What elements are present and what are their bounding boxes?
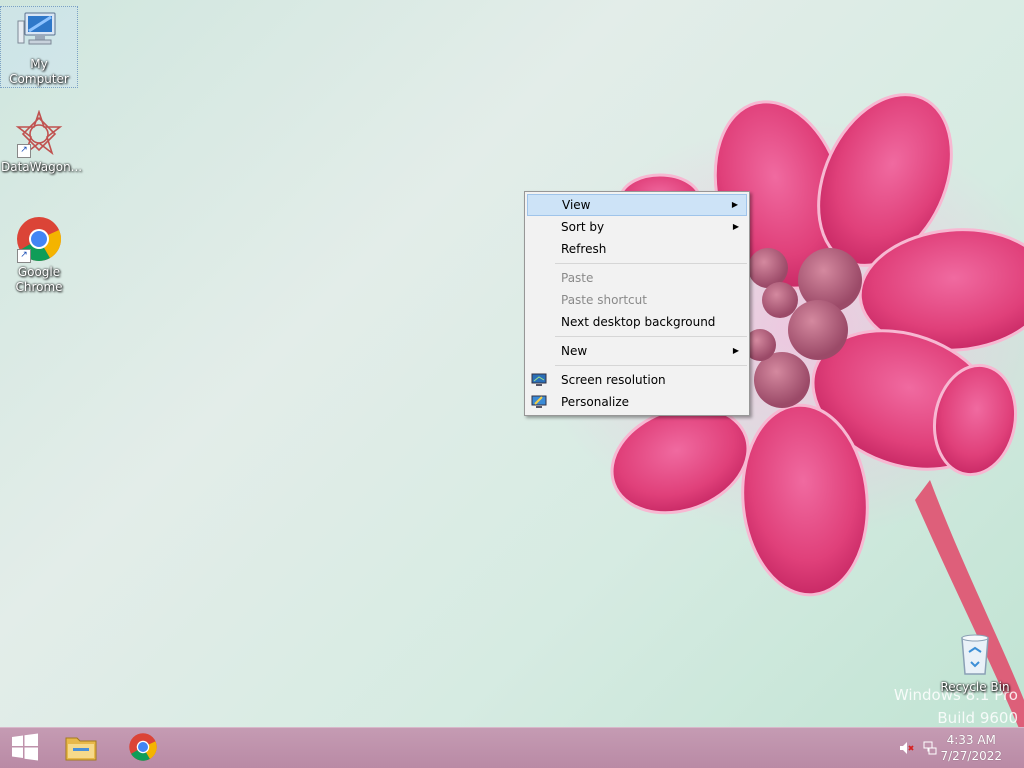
speaker-muted-icon[interactable]	[898, 740, 914, 756]
windows-logo-icon	[11, 733, 39, 764]
shortcut-arrow-icon: ↗	[17, 249, 31, 263]
desktop-icon-google-chrome[interactable]: ↗ Google Chrome	[1, 215, 77, 295]
menu-separator	[555, 336, 747, 337]
chrome-taskbar-button[interactable]	[118, 728, 168, 768]
desktop-context-menu: View ▶ Sort by ▶ Refresh Paste Paste sho…	[524, 191, 750, 416]
chrome-icon	[128, 732, 158, 765]
desktop-icon-datawagon[interactable]: ↗ DataWagon...	[1, 109, 83, 175]
system-clock[interactable]: 4:33 AM 7/27/2022	[940, 732, 1002, 764]
menu-separator	[555, 263, 747, 264]
monitor-icon	[531, 372, 547, 386]
desktop-icon-my-computer[interactable]: My Computer	[0, 6, 78, 88]
menu-item-personalize[interactable]: Personalize	[527, 391, 747, 413]
desktop-icon-recycle-bin[interactable]: Recycle Bin	[937, 630, 1013, 695]
datawagon-icon: ↗	[15, 109, 63, 158]
menu-item-screen-resolution[interactable]: Screen resolution	[527, 369, 747, 391]
desktop-icon-label: My Computer	[9, 57, 69, 86]
menu-item-sort-by[interactable]: Sort by ▶	[527, 216, 747, 238]
menu-item-paste-shortcut: Paste shortcut	[527, 289, 747, 311]
menu-item-refresh[interactable]: Refresh	[527, 238, 747, 260]
menu-item-label: Screen resolution	[561, 373, 666, 387]
submenu-arrow-icon: ▶	[731, 200, 738, 209]
start-button[interactable]	[0, 728, 50, 768]
wallpaper-flower	[610, 93, 1024, 740]
submenu-arrow-icon: ▶	[732, 346, 739, 355]
desktop-icon-label: DataWagon...	[1, 160, 83, 174]
recycle-bin-icon	[951, 630, 999, 678]
personalize-icon	[531, 394, 547, 408]
menu-item-view[interactable]: View ▶	[527, 194, 747, 216]
submenu-arrow-icon: ▶	[732, 222, 739, 231]
menu-separator	[555, 365, 747, 366]
taskbar: 4:33 AM 7/27/2022	[0, 727, 1024, 768]
menu-item-paste: Paste	[527, 267, 747, 289]
network-icon[interactable]	[922, 740, 938, 756]
clock-date: 7/27/2022	[940, 749, 1002, 763]
menu-item-label: Personalize	[561, 395, 630, 409]
computer-icon	[15, 7, 63, 55]
menu-item-label: Next desktop background	[561, 315, 716, 329]
desktop-icon-label: Recycle Bin	[940, 680, 1010, 694]
menu-item-label: Sort by	[561, 220, 605, 234]
menu-item-label: Refresh	[561, 242, 607, 256]
menu-item-label: View	[562, 198, 591, 212]
menu-item-label: Paste shortcut	[561, 293, 647, 307]
file-explorer-button[interactable]	[56, 728, 106, 768]
chrome-icon: ↗	[15, 215, 63, 263]
shortcut-arrow-icon: ↗	[17, 144, 31, 158]
build-watermark: Build 9600	[937, 709, 1018, 727]
desktop-icon-label: Google Chrome	[15, 265, 63, 294]
menu-item-new[interactable]: New ▶	[527, 340, 747, 362]
folder-icon	[64, 732, 98, 765]
menu-item-label: New	[561, 344, 588, 358]
clock-time: 4:33 AM	[946, 733, 996, 747]
menu-item-next-desktop-background[interactable]: Next desktop background	[527, 311, 747, 333]
menu-item-label: Paste	[561, 271, 594, 285]
